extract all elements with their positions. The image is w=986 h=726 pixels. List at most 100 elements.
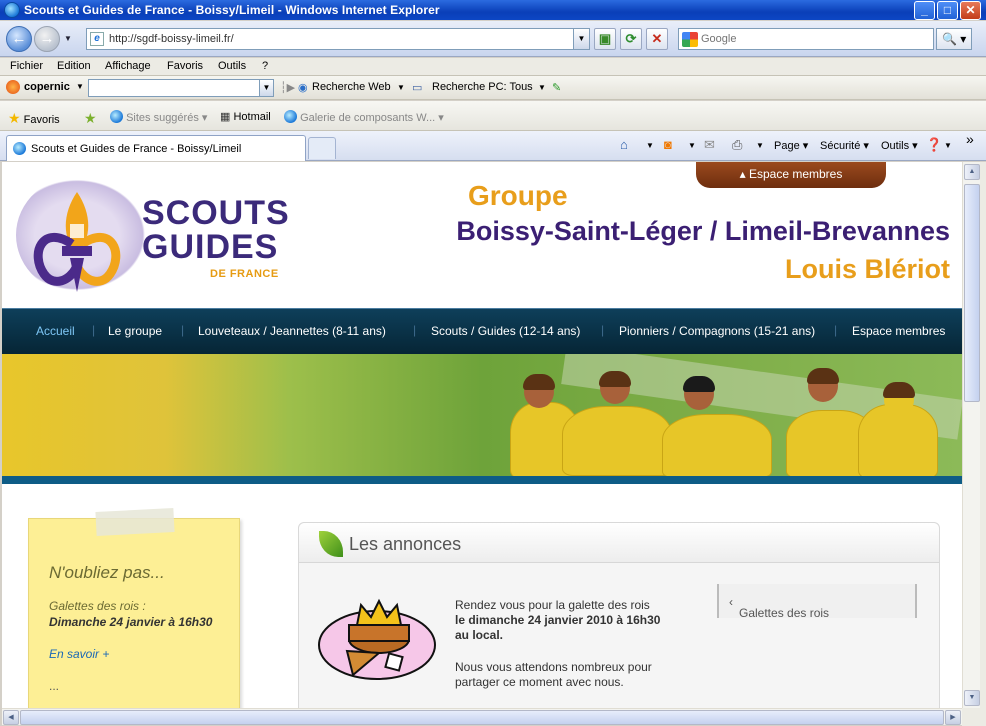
tab-row: Scouts et Guides de France - Boissy/Lime… [0, 131, 986, 161]
nav-accueil[interactable]: Accueil [36, 324, 75, 338]
copernic-dropdown-icon[interactable]: ▼ [76, 82, 84, 91]
search-box[interactable] [678, 28, 934, 50]
help-icon[interactable]: ❓ [926, 137, 942, 153]
nav-louveteaux[interactable]: Louveteaux / Jeannettes (8-11 ans) [198, 324, 386, 338]
compatibility-icon[interactable]: ▣ [594, 28, 616, 50]
maximize-button[interactable]: □ [937, 1, 958, 20]
gallery-link[interactable]: Galerie de composants W... ▾ [284, 110, 444, 124]
reminder-heading: N'oubliez pas... [49, 563, 165, 582]
new-tab-button[interactable] [308, 137, 336, 159]
web-search-dropdown-icon[interactable]: ▼ [397, 83, 405, 92]
print-icon[interactable]: ⎙ [732, 137, 742, 153]
page-menu[interactable]: Page ▾ [774, 139, 808, 152]
suggested-sites-button[interactable]: Sites suggérés ▾ [110, 110, 207, 124]
security-menu[interactable]: Sécurité ▾ [820, 139, 869, 152]
scroll-right-icon[interactable]: ▶ [945, 710, 961, 725]
group-label: Groupe [468, 180, 568, 211]
minimize-button[interactable]: _ [914, 1, 935, 20]
site-logo[interactable]: SCOUTS GUIDES DE FRANCE [14, 174, 294, 299]
reminder-more-link[interactable]: En savoir + [49, 647, 109, 661]
copernic-input-dropdown-icon[interactable]: ▼ [259, 80, 273, 96]
search-input[interactable] [701, 31, 929, 47]
favorites-button[interactable]: ★ Favoris [8, 110, 60, 127]
search-button[interactable]: 🔍 ▾ [936, 28, 972, 50]
close-button[interactable]: ✕ [960, 1, 981, 20]
fleur-de-lis-icon [33, 192, 121, 292]
stop-icon[interactable]: ✕ [646, 28, 668, 50]
nav-scouts-guides[interactable]: Scouts / Guides (12-14 ans) [431, 324, 580, 338]
more-commands-icon[interactable]: » [966, 131, 974, 147]
web-search-button[interactable]: Recherche Web [312, 81, 391, 93]
google-icon [682, 32, 698, 47]
menu-favoris[interactable]: Favoris [167, 60, 203, 72]
hotmail-link[interactable]: ▦ Hotmail [220, 110, 271, 123]
vertical-scroll-thumb[interactable] [964, 184, 980, 402]
announcements-title: Les annonces [349, 534, 462, 554]
announcement-text-1: Rendez vous pour la galette des rois le … [455, 598, 675, 643]
copernic-search-input[interactable]: ▼ [88, 79, 274, 97]
window-titlebar: Scouts et Guides de France - Boissy/Lime… [0, 0, 986, 20]
nav-pionniers[interactable]: Pionniers / Compagnons (15-21 ans) [619, 324, 815, 338]
address-toolbar: ← → ▼ e http://sgdf-boissy-limeil.fr/ ▼ … [0, 21, 986, 57]
members-area-label: Espace membres [748, 167, 843, 181]
menu-affichage[interactable]: Affichage [105, 60, 151, 72]
print-dropdown-icon[interactable]: ▼ [756, 141, 764, 150]
tab-active[interactable]: Scouts et Guides de France - Boissy/Lime… [6, 135, 306, 161]
copernic-logo-icon [6, 80, 20, 94]
nav-separator: | [413, 323, 417, 337]
menu-help[interactable]: ? [262, 60, 268, 72]
reminder-event: Galettes des rois : [49, 599, 146, 613]
add-favorite-icon[interactable]: ★ [84, 110, 97, 127]
reminder-date: Dimanche 24 janvier à 16h30 [49, 615, 213, 629]
refresh-icon[interactable]: ⟳ [620, 28, 642, 50]
web-search-icon: ◉ [298, 82, 308, 94]
banner-child-hair [599, 371, 631, 387]
copernic-toolbar: copernic ▼ ▼ ┆▶ ◉ Recherche Web ▼ ▭ Rech… [0, 76, 986, 100]
banner-child [562, 406, 672, 476]
leaf-icon [319, 531, 343, 557]
back-button[interactable]: ← [6, 26, 32, 52]
announcements-panel: Les annonces Rendez vous pour la galette… [298, 522, 940, 708]
scroll-left-icon[interactable]: ◀ [3, 710, 19, 725]
address-dropdown-icon[interactable]: ▼ [573, 29, 589, 49]
hotmail-icon: ▦ [220, 111, 231, 123]
pc-search-button[interactable]: Recherche PC: Tous [432, 81, 533, 93]
forward-button[interactable]: → [34, 26, 60, 52]
home-dropdown-icon[interactable]: ▼ [646, 141, 654, 150]
members-area-tab[interactable]: ▴ Espace membres [696, 162, 886, 188]
mail-icon[interactable]: ✉ [704, 137, 715, 153]
history-dropdown-icon[interactable]: ▼ [64, 34, 72, 43]
announcement-link-galettes[interactable]: ‹ Galettes des rois [717, 584, 917, 620]
scroll-up-icon[interactable]: ▲ [964, 164, 980, 180]
group-name: Louis Blériot [784, 254, 950, 284]
king-cake-icon [318, 598, 436, 680]
nav-le-groupe[interactable]: Le groupe [108, 324, 162, 338]
group-towns: Boissy-Saint-Léger / Limeil-Brevannes [456, 216, 950, 246]
nav-separator: | [92, 323, 96, 337]
reminder-note: N'oubliez pas... Galettes des rois : Dim… [28, 518, 240, 708]
highlight-pen-icon[interactable]: ✎ [552, 81, 561, 94]
help-dropdown-icon[interactable]: ▼ [944, 141, 952, 150]
horizontal-scrollbar[interactable]: ◀ ▶ [2, 708, 962, 725]
home-icon[interactable]: ⌂ [620, 137, 628, 152]
nav-espace-membres[interactable]: Espace membres [852, 324, 945, 338]
banner-child-hair [523, 374, 555, 390]
scroll-down-icon[interactable]: ▼ [964, 690, 980, 706]
address-field[interactable]: e http://sgdf-boissy-limeil.fr/ ▼ [86, 28, 590, 50]
copernic-name[interactable]: copernic [24, 81, 70, 93]
horizontal-scroll-thumb[interactable] [20, 710, 944, 725]
pc-search-dropdown-icon[interactable]: ▼ [538, 83, 546, 92]
ie-gallery-icon [284, 110, 297, 123]
nav-separator: | [601, 323, 605, 337]
menu-fichier[interactable]: Fichier [10, 60, 43, 72]
rss-icon[interactable]: ◙ [664, 137, 672, 152]
favorites-star-icon: ★ [8, 110, 21, 126]
vertical-scrollbar[interactable]: ▲ ▼ [962, 162, 980, 708]
menu-outils[interactable]: Outils [218, 60, 246, 72]
page-icon: e [90, 32, 104, 46]
window-edge [980, 162, 986, 708]
tools-menu[interactable]: Outils ▾ [881, 139, 918, 152]
rss-dropdown-icon[interactable]: ▼ [688, 141, 696, 150]
menu-edition[interactable]: Edition [57, 60, 91, 72]
favorites-label: Favoris [23, 114, 60, 126]
